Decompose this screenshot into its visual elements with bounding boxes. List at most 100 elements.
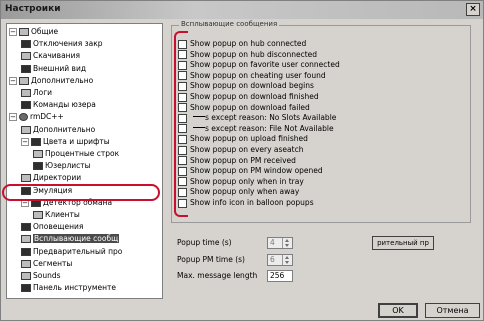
app-icon [19,113,28,122]
spinner-icon[interactable] [282,238,291,248]
popup-option[interactable]: Show popup on hub disconnected [178,49,317,60]
popup-option-label: Show popup on download failed [190,102,310,112]
popup-option-label: Show info icon in balloon popups [190,198,314,207]
popup-option-label: s except reason: File Not Available [205,123,334,133]
tree-item[interactable]: Команды юзера [21,100,96,110]
tree-item-label: Процентные строк [45,149,120,158]
popup-option[interactable]: Show popup on PM window opened [178,165,323,176]
tree-item-label: Sounds [33,271,61,280]
tree-item-label: Клиенты [45,210,80,219]
popup-option[interactable]: Show popup only when away [178,186,299,197]
tree-item-label: Панель инструменте [33,283,116,293]
tree-item-label: Оповещения [33,222,84,232]
colors-icon [31,137,41,146]
spinner-icon[interactable] [282,255,291,265]
progress-icon [33,150,43,158]
popup-option[interactable]: Show popup on download finished [178,91,319,102]
alert-icon [21,223,31,232]
title-bar: Настроики × [1,1,483,19]
indent-line-icon [193,126,205,128]
tree-item[interactable]: Отключения закр [21,39,103,49]
popup-option-label: Show popup only when away [190,187,300,197]
tree-item[interactable]: Процентные строк [33,149,119,159]
tree-item[interactable]: Оповещения [21,222,83,232]
close-icon[interactable]: × [466,3,480,16]
window-title: Настроики [5,4,61,14]
popup-option[interactable]: s except reason: File Not Available [178,123,334,134]
tree-item[interactable]: Всплывающие сообщ [21,234,120,244]
popup-option[interactable]: Show popup only when in tray [178,176,304,187]
cancel-button[interactable]: Отмена [425,303,480,318]
segments-icon [21,259,31,268]
settings-icon [19,28,29,36]
popup-option[interactable]: Show popup on download failed [178,102,310,113]
popup-option[interactable]: Show popup on upload finished [178,133,308,144]
popup-option[interactable]: s except reason: No Slots Available [178,112,336,123]
tree-item-label: Внешний вид [33,63,87,73]
field-label: Popup time (s) [177,238,232,247]
popup-option-label: Show popup on download finished [190,92,319,101]
tree-item-label: Сегменты [33,258,73,268]
tree-item[interactable]: Sounds [21,271,61,281]
tree-item[interactable]: Скачивания [21,51,80,61]
preview-button[interactable]: рительный пр [372,236,434,250]
options-icon [21,125,31,134]
popup-option-label: Show popup on upload finished [190,134,308,144]
expander-icon[interactable]: − [21,137,29,146]
window-icon [21,40,31,49]
tree-item[interactable]: Сегменты [21,259,72,269]
tree-item[interactable]: Предварительный про [21,247,122,257]
ok-button[interactable]: OK [378,303,418,318]
tree-item-label: Логи [33,88,53,97]
tree-item-label: Общие [31,27,59,36]
tree-item-label: Команды юзера [33,100,96,110]
tree-item[interactable]: − Дополнительно [9,76,93,86]
popup-option-label: Show popup on hub disconnected [190,49,318,59]
tree-item[interactable]: Юзерлисты [33,161,91,171]
tree-item[interactable]: Директории [21,173,81,183]
tree-item-label: Юзерлисты [45,161,91,171]
popup-option[interactable]: Show popup on PM received [178,155,296,166]
tree-item-label: Директории [33,173,82,183]
user-commands-icon [21,101,31,110]
checkbox-highlight [174,31,188,217]
tree-item[interactable]: Дополнительно [21,125,95,135]
popup-option[interactable]: Show popup on download begins [178,80,314,91]
tree-item-label: rmDC++ [30,112,64,122]
settings-tree[interactable]: − Общие Отключения закр Скачивания Внешний в… [6,23,163,299]
tree-item-label: Отключения закр [33,39,103,49]
tree-item-label: Цвета и шрифты [43,136,110,146]
number-field[interactable]: 256 [267,270,293,282]
tree-item-label: Предварительный про [33,246,123,256]
tree-item[interactable]: − Цвета и шрифты [21,137,110,147]
directory-icon [21,174,31,183]
toolbar-icon [21,284,31,293]
popup-icon [21,235,31,244]
tree-item[interactable]: Логи [21,88,52,98]
popup-option[interactable]: Show popup on every aseatch [178,144,303,155]
popup-option-label: Show popup on download begins [190,81,314,91]
tree-item-label: Всплывающие сообщ [33,234,120,244]
popup-option[interactable]: Show popup on hub connected [178,38,306,49]
tree-item-label: Дополнительно [31,75,94,85]
preview-icon [21,247,31,256]
tree-item[interactable]: − rmDC++ [9,112,64,122]
popup-option[interactable]: Show info icon in balloon popups [178,197,314,208]
tree-item[interactable]: Клиенты [33,210,80,220]
popup-option[interactable]: Show popup on cheating user found [178,70,326,81]
field-label: Popup PM time (s) [177,255,245,264]
popup-option[interactable]: Show popup on favorite user connected [178,59,340,70]
tree-item[interactable]: Панель инструменте [21,283,116,293]
indent-line-icon [193,116,205,118]
popups-group-title: Всплывающие сообщения [179,20,280,28]
folder-icon [19,76,29,85]
expander-icon[interactable]: − [9,113,17,122]
popup-option-label: Show popup on hub connected [190,39,307,48]
field-label: Max. message length [177,271,258,280]
expander-icon[interactable]: − [9,28,17,36]
tree-item[interactable]: Внешний вид [21,64,86,74]
sound-icon [21,272,31,280]
tree-item[interactable]: − Общие [9,27,58,37]
expander-icon[interactable]: − [9,76,17,85]
highlight-circle [2,184,160,201]
